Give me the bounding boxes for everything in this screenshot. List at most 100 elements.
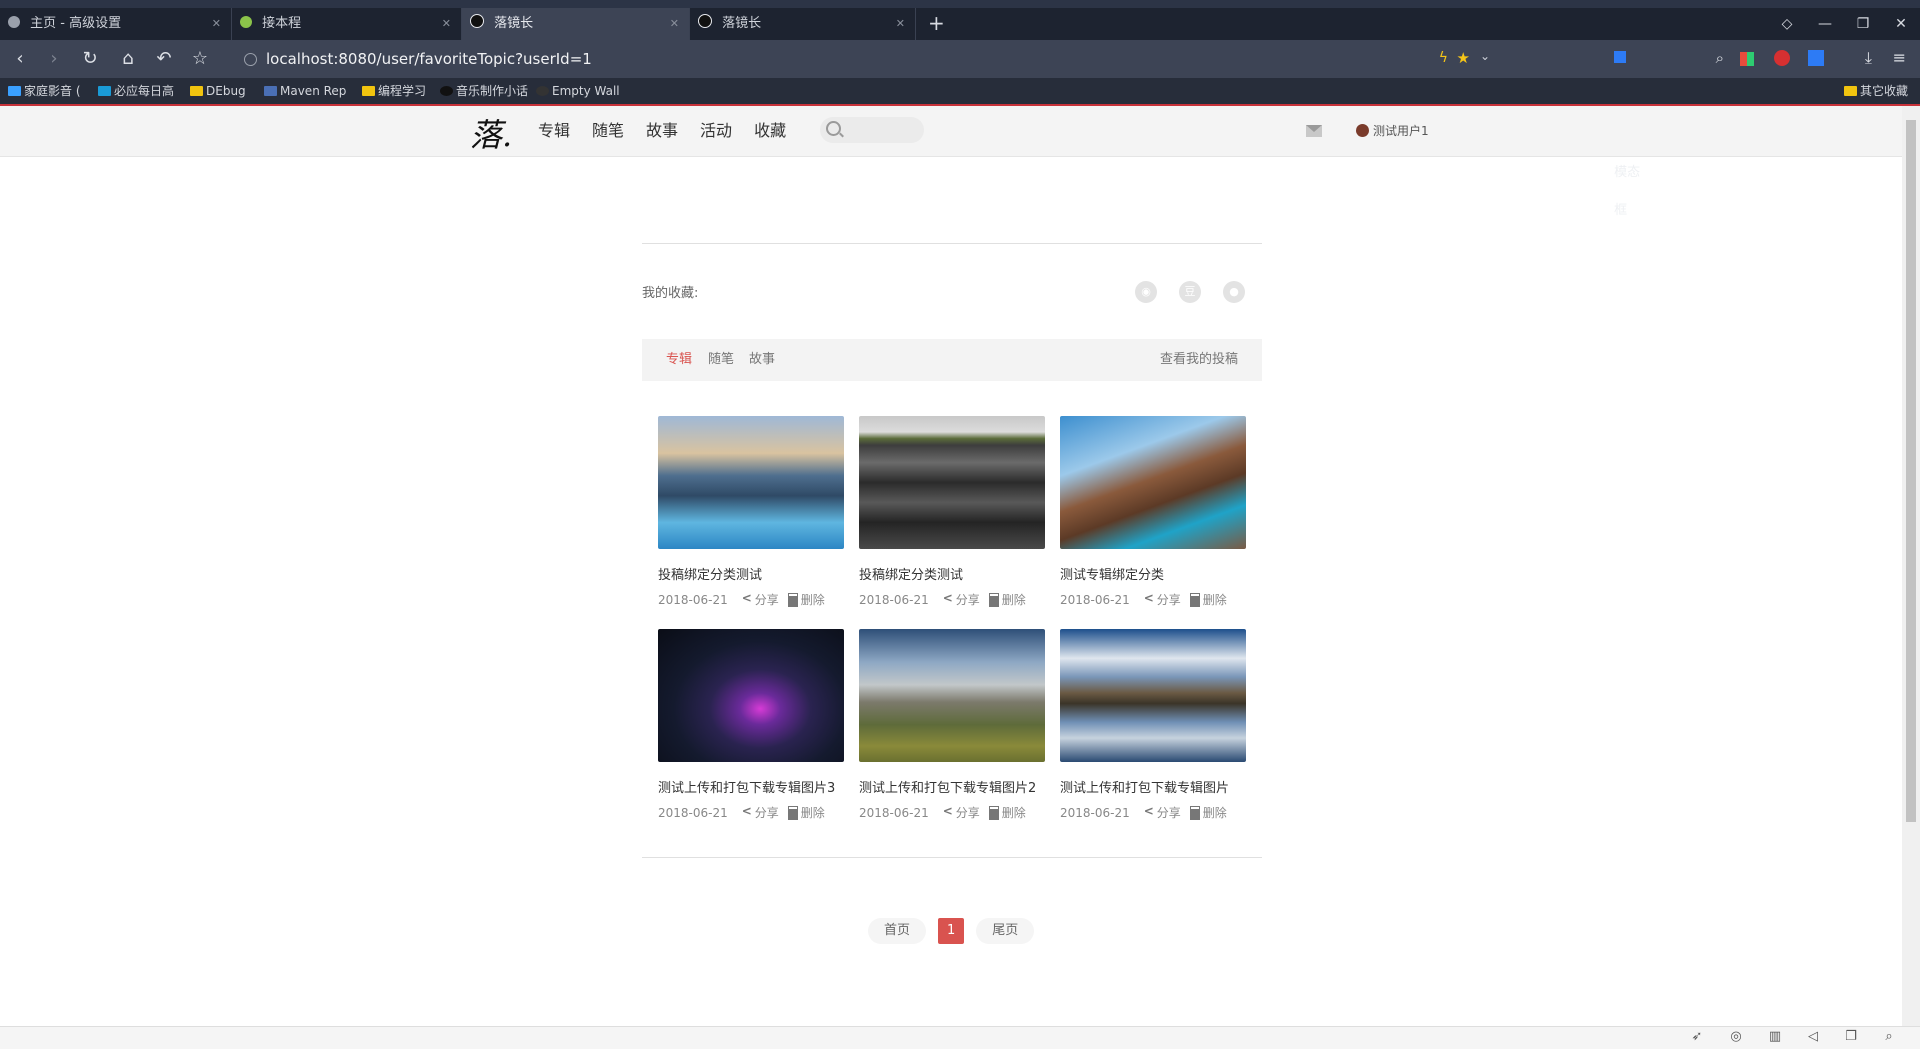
qq-icon[interactable]: ● <box>1223 281 1245 303</box>
album-card[interactable]: 投稿绑定分类测试 2018-06-21 分享 删除 <box>859 416 1045 608</box>
site-search-input[interactable] <box>820 117 924 143</box>
share-icon <box>742 804 752 818</box>
album-card[interactable]: 测试上传和打包下载专辑图片 2018-06-21 分享 删除 <box>1060 629 1246 821</box>
new-tab-button[interactable]: + <box>928 8 945 40</box>
album-card[interactable]: 测试上传和打包下载专辑图片3 2018-06-21 分享 删除 <box>658 629 844 821</box>
standing-stones-photo[interactable] <box>859 629 1045 762</box>
bookmark-item[interactable]: 家庭影音 ( <box>8 78 81 104</box>
share-button[interactable]: 分享 <box>1144 804 1181 821</box>
site-logo[interactable]: 落. <box>470 110 512 156</box>
share-button[interactable]: 分享 <box>742 591 779 608</box>
bookmark-item[interactable]: Empty Wall <box>536 78 620 104</box>
delete-button[interactable]: 删除 <box>1189 804 1227 821</box>
view-my-submissions-link[interactable]: 查看我的投稿 <box>1160 339 1238 381</box>
sea-arches-photo[interactable] <box>658 416 844 549</box>
user-menu[interactable]: 测试用户1 <box>1356 106 1429 156</box>
album-card[interactable]: 投稿绑定分类测试 2018-06-21 分享 删除 <box>658 416 844 608</box>
zoom-icon[interactable]: ⌕ <box>1882 1030 1896 1044</box>
album-card[interactable]: 测试专辑绑定分类 2018-06-21 分享 删除 <box>1060 416 1246 608</box>
extension-icon[interactable] <box>1808 50 1824 66</box>
current-page-button[interactable]: 1 <box>938 918 965 944</box>
douban-icon[interactable]: 豆 <box>1179 281 1201 303</box>
share-button[interactable]: 分享 <box>1144 591 1181 608</box>
home-icon[interactable]: ⌂ <box>112 40 144 78</box>
card-title[interactable]: 测试上传和打包下载专辑图片2 <box>859 777 1045 796</box>
album-card[interactable]: 测试上传和打包下载专辑图片2 2018-06-21 分享 删除 <box>859 629 1045 821</box>
share-button[interactable]: 分享 <box>943 804 980 821</box>
bookmark-star-icon[interactable]: ☆ <box>184 40 216 78</box>
first-page-button[interactable]: 首页 <box>868 918 927 944</box>
card-title[interactable]: 测试上传和打包下载专辑图片3 <box>658 777 844 796</box>
download-icon[interactable]: ⤓ <box>1865 48 1872 68</box>
share-button[interactable]: 分享 <box>742 804 779 821</box>
favorite-star-icon[interactable]: ★ <box>1457 49 1470 67</box>
share-button[interactable]: 分享 <box>943 591 980 608</box>
undo-close-icon[interactable]: ↶ <box>148 40 180 78</box>
apps-icon[interactable] <box>1740 52 1754 66</box>
close-window-icon[interactable]: ✕ <box>1882 8 1920 40</box>
url-bar[interactable]: localhost:8080/user/favoriteTopic?userId… <box>240 44 1440 74</box>
delete-button[interactable]: 删除 <box>787 591 825 608</box>
reload-icon[interactable]: ↻ <box>74 40 106 78</box>
filter-album[interactable]: 专辑 <box>666 339 692 381</box>
menu-icon[interactable]: ≡ <box>1893 48 1906 67</box>
last-page-button[interactable]: 尾页 <box>976 918 1035 944</box>
scrollbar-thumb[interactable] <box>1906 120 1916 822</box>
site-favicon-icon <box>698 14 712 28</box>
close-icon[interactable]: ✕ <box>896 8 905 40</box>
delete-button[interactable]: 删除 <box>1189 591 1227 608</box>
lightning-icon[interactable]: ϟ <box>1439 50 1448 66</box>
search-icon[interactable]: ⌕ <box>1716 49 1724 67</box>
folder-icon <box>362 86 375 96</box>
trash-icon[interactable]: ▥ <box>1768 1030 1782 1044</box>
window-icon[interactable]: ❐ <box>1844 1030 1858 1044</box>
browser-tab[interactable]: 接本程 ✕ <box>232 8 462 40</box>
url-text[interactable]: localhost:8080/user/favoriteTopic?userId… <box>266 44 592 74</box>
bookmark-item[interactable]: Maven Rep <box>264 78 346 104</box>
back-icon[interactable]: ‹ <box>4 40 36 78</box>
chevron-down-icon[interactable]: ⌄ <box>1480 49 1490 63</box>
nav-essay[interactable]: 随笔 <box>592 106 624 156</box>
delete-button[interactable]: 删除 <box>988 804 1026 821</box>
delete-button[interactable]: 删除 <box>787 804 825 821</box>
nav-activity[interactable]: 活动 <box>700 106 732 156</box>
nav-story[interactable]: 故事 <box>646 106 678 156</box>
card-title[interactable]: 投稿绑定分类测试 <box>859 564 1045 583</box>
browser-tab[interactable]: 落镜长 ✕ <box>690 8 916 40</box>
close-icon[interactable]: ✕ <box>212 8 221 40</box>
rocket-icon[interactable]: ➶ <box>1690 1030 1704 1044</box>
card-title[interactable]: 测试专辑绑定分类 <box>1060 564 1246 583</box>
bookmark-item[interactable]: 必应每日高 <box>98 78 174 104</box>
rock-arch-coast-photo[interactable] <box>1060 416 1246 549</box>
rock-cliff-photo[interactable] <box>859 416 1045 549</box>
filter-essay[interactable]: 随笔 <box>708 339 734 381</box>
mail-icon[interactable] <box>1306 125 1322 137</box>
bookmark-item[interactable]: 音乐制作小话 <box>440 78 528 104</box>
browser-tab[interactable]: 主页 - 高级设置 ✕ <box>0 8 232 40</box>
lightning-volcano-photo[interactable] <box>658 629 844 762</box>
nav-favorites[interactable]: 收藏 <box>754 106 786 156</box>
card-title[interactable]: 投稿绑定分类测试 <box>658 564 844 583</box>
skin-icon[interactable]: ◇ <box>1768 8 1806 40</box>
restore-icon[interactable]: ❐ <box>1844 8 1882 40</box>
delete-button[interactable]: 删除 <box>988 591 1026 608</box>
close-icon[interactable]: ✕ <box>442 8 451 40</box>
site-header: 落. 专辑 随笔 故事 活动 收藏 测试用户1 <box>0 106 1902 157</box>
bookmark-folder[interactable]: 编程学习 <box>362 78 426 104</box>
close-icon[interactable]: ✕ <box>670 8 679 40</box>
forward-icon[interactable]: › <box>38 40 70 78</box>
card-title[interactable]: 测试上传和打包下载专辑图片 <box>1060 777 1246 796</box>
browser-tab-active[interactable]: 落镜长 ✕ <box>462 8 690 40</box>
bookmark-folder[interactable]: 其它收藏 <box>1844 78 1908 104</box>
adblock-icon[interactable] <box>1774 50 1790 66</box>
bookmark-folder[interactable]: DEbug <box>190 78 246 104</box>
weibo-icon[interactable]: ◉ <box>1135 281 1157 303</box>
mountain-lake-photo[interactable] <box>1060 629 1246 762</box>
minimize-icon[interactable]: — <box>1806 8 1844 40</box>
vertical-scrollbar[interactable] <box>1902 106 1920 1026</box>
site-info-icon[interactable] <box>244 53 257 66</box>
filter-story[interactable]: 故事 <box>749 339 775 381</box>
nav-album[interactable]: 专辑 <box>538 106 570 156</box>
accelerate-icon[interactable]: ◎ <box>1729 1030 1743 1044</box>
volume-icon[interactable]: ◁ <box>1806 1030 1820 1044</box>
